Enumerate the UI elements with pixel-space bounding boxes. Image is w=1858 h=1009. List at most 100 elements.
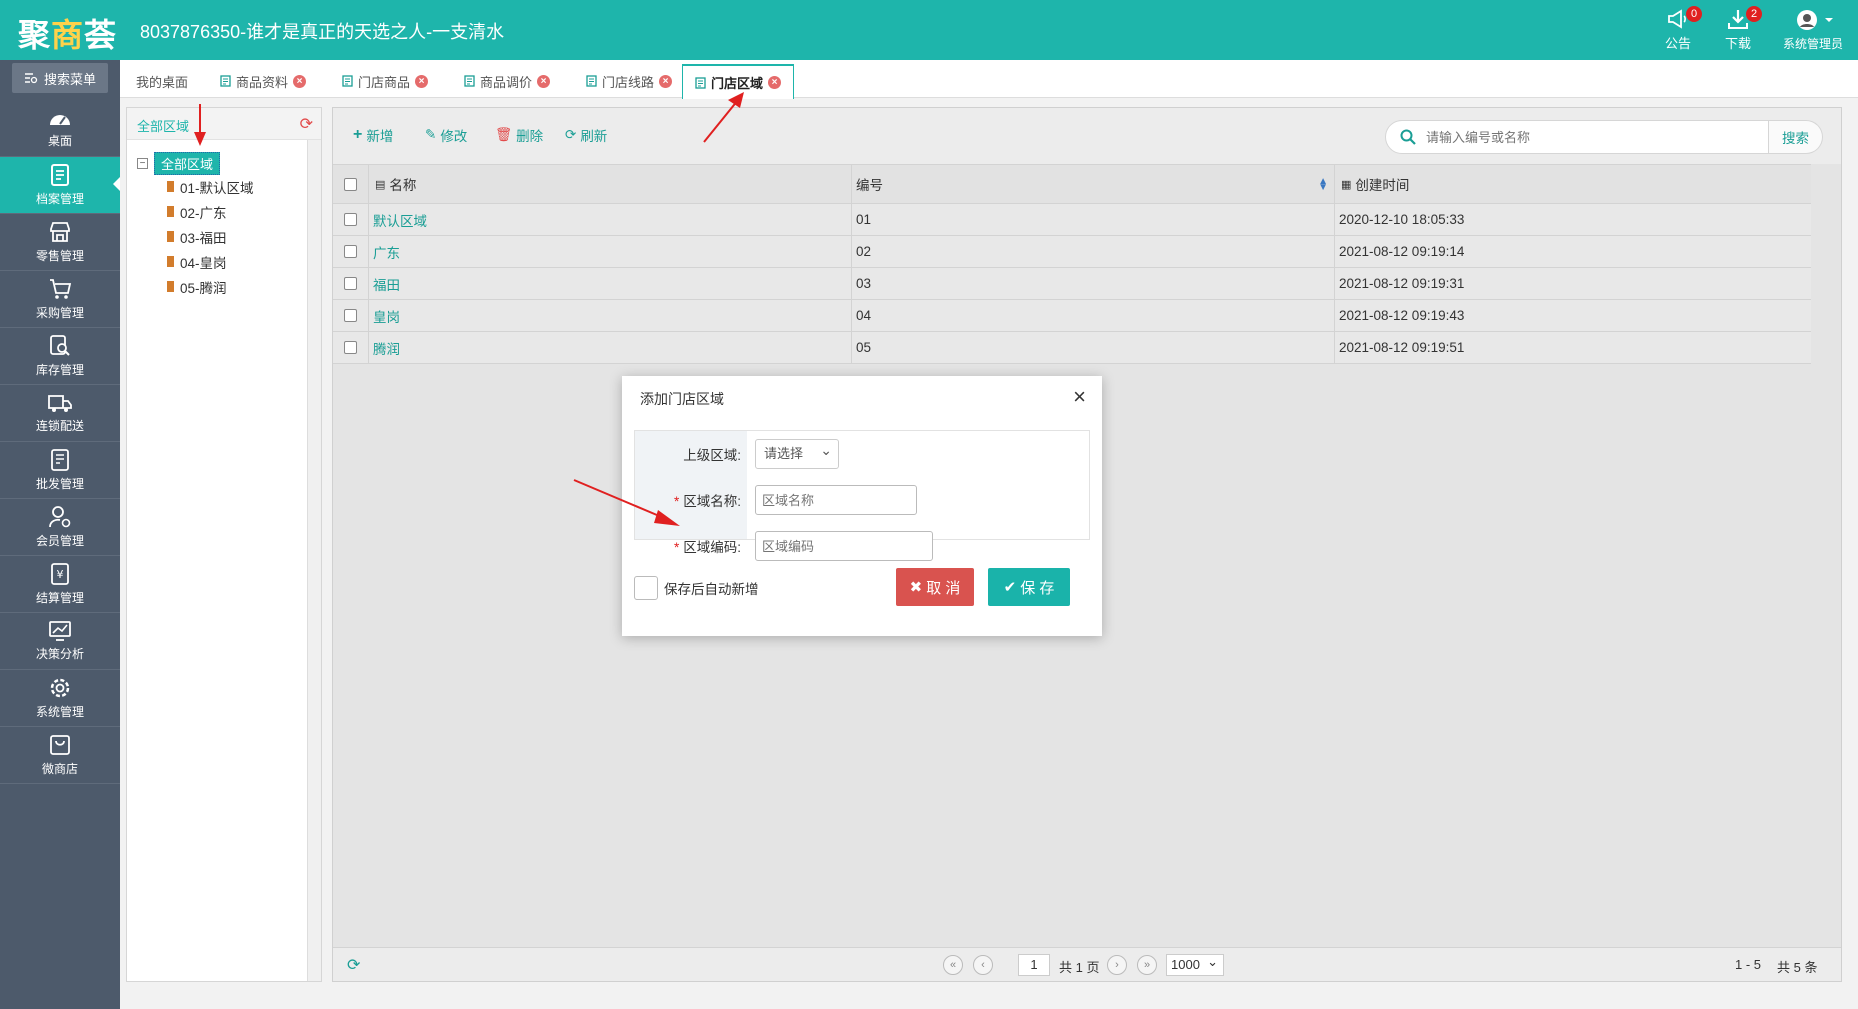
sidebar-item-purchase[interactable]: 采购管理 xyxy=(0,271,120,328)
row-checkbox[interactable] xyxy=(344,245,357,258)
tree-root[interactable]: − 全部区域 xyxy=(137,151,254,175)
tree-item[interactable]: 01-默认区域 xyxy=(167,174,254,199)
table-row[interactable]: 默认区域 01 2020-12-10 18:05:33 xyxy=(333,204,1811,236)
table-row[interactable]: 腾润 05 2021-08-12 09:19:51 xyxy=(333,332,1811,364)
first-page-icon[interactable]: « xyxy=(943,955,963,975)
tree-scrollbar[interactable] xyxy=(307,140,321,981)
add-button[interactable]: + 新增 xyxy=(353,125,393,145)
search-button[interactable]: 搜索 xyxy=(1769,120,1823,154)
dialog-form: 上级区域: 请选择 *区域名称: *区域编码: xyxy=(634,430,1090,561)
gear-icon xyxy=(50,678,70,698)
tab-store-routes[interactable]: 门店线路 × xyxy=(574,64,684,98)
tab-close-icon[interactable]: × xyxy=(659,74,673,88)
check-icon: ✔ xyxy=(1003,579,1017,596)
tab-bar: 我的桌面 商品资料 × 门店商品 × 商品调价 × 门店线路 × 门店区域 × xyxy=(120,60,1858,99)
column-header-created[interactable]: ▦ 创建时间 xyxy=(1335,165,1811,203)
sidebar-item-settlement[interactable]: ¥ 结算管理 xyxy=(0,556,120,613)
table-row[interactable]: 福田 03 2021-08-12 09:19:31 xyxy=(333,268,1811,300)
sidebar-item-inventory[interactable]: 库存管理 xyxy=(0,328,120,385)
store-icon xyxy=(50,222,70,242)
tree-header: 全部区域 ⟳ xyxy=(127,108,321,140)
member-icon xyxy=(49,506,71,528)
document-icon xyxy=(464,75,475,87)
next-page-icon[interactable]: › xyxy=(1107,955,1127,975)
top-bar: 聚商荟 8037876350-谁才是真正的天选之人-一支清水 0 公告 2 下载… xyxy=(0,0,1858,60)
folder-icon xyxy=(167,206,174,217)
column-header-name[interactable]: ▤ 名称 xyxy=(369,165,852,203)
prev-page-icon[interactable]: ‹ xyxy=(973,955,993,975)
region-tree: − 全部区域 01-默认区域 02-广东 03-福田 04-皇岗 05-腾润 xyxy=(137,151,254,299)
inventory-search-icon xyxy=(50,335,70,356)
page-size-select[interactable]: 1000 xyxy=(1166,952,1224,976)
row-name-link[interactable]: 腾润 xyxy=(373,338,400,358)
auto-add-checkbox[interactable]: 保存后自动新增 xyxy=(634,576,759,600)
row-checkbox[interactable] xyxy=(344,213,357,226)
svg-text:¥: ¥ xyxy=(57,568,64,581)
sidebar-item-wechat-shop[interactable]: 微商店 xyxy=(0,727,120,784)
search-input[interactable] xyxy=(1426,129,1726,145)
tab-store-regions[interactable]: 门店区域 × xyxy=(682,64,795,99)
row-name-link[interactable]: 广东 xyxy=(373,242,400,262)
page-number-input[interactable]: 1 xyxy=(1018,954,1050,976)
refresh-button[interactable]: ⟳ 刷新 xyxy=(565,125,607,145)
row-checkbox[interactable] xyxy=(344,277,357,290)
sidebar-item-analysis[interactable]: 决策分析 xyxy=(0,613,120,670)
tab-close-icon[interactable]: × xyxy=(293,74,307,88)
sidebar-item-wholesale[interactable]: 批发管理 xyxy=(0,442,120,499)
table-header: ▤ 名称 编号 ▲ ▼ ▦ 创建时间 xyxy=(333,164,1811,204)
delete-button[interactable]: 🗑 删除 xyxy=(495,125,543,145)
tab-my-desktop[interactable]: 我的桌面 xyxy=(124,64,200,98)
select-all-checkbox[interactable] xyxy=(344,177,357,191)
tree-item[interactable]: 05-腾润 xyxy=(167,274,254,299)
close-icon[interactable]: × xyxy=(1073,384,1086,410)
row-checkbox[interactable] xyxy=(344,309,357,322)
download-button[interactable]: 2 下载 xyxy=(1708,0,1768,60)
sidebar-item-distribution[interactable]: 连锁配送 xyxy=(0,385,120,442)
tree-root-label[interactable]: 全部区域 xyxy=(154,151,221,175)
cancel-button[interactable]: ✖ 取 消 xyxy=(896,568,974,606)
tree-item[interactable]: 04-皇岗 xyxy=(167,249,254,274)
tab-price-adjust[interactable]: 商品调价 × xyxy=(452,64,562,98)
tree-item[interactable]: 02-广东 xyxy=(167,199,254,224)
record-total: 共 5 条 xyxy=(1777,960,1818,975)
parent-region-select[interactable]: 请选择 xyxy=(755,436,839,469)
row-name-link[interactable]: 福田 xyxy=(373,274,400,294)
tab-close-icon[interactable]: × xyxy=(415,74,429,88)
close-icon: ✖ xyxy=(909,579,923,596)
add-region-dialog: 添加门店区域 × 上级区域: 请选择 *区域名称: *区域编码: 保存后自动新增… xyxy=(622,376,1102,636)
tree-item[interactable]: 03-福田 xyxy=(167,224,254,249)
sidebar-item-archive[interactable]: 档案管理 xyxy=(0,157,120,214)
save-button[interactable]: ✔ 保 存 xyxy=(988,568,1070,606)
refresh-icon[interactable]: ⟳ xyxy=(300,114,313,134)
table-row[interactable]: 广东 02 2021-08-12 09:19:14 xyxy=(333,236,1811,268)
region-name-input[interactable] xyxy=(755,485,917,515)
last-page-icon[interactable]: » xyxy=(1137,955,1157,975)
row-name-link[interactable]: 皇岗 xyxy=(373,306,400,326)
pager-refresh-icon[interactable]: ⟳ xyxy=(347,955,360,975)
search-menu-button[interactable]: 搜索菜单 xyxy=(12,63,108,93)
tab-close-icon[interactable]: × xyxy=(537,74,551,88)
sidebar-item-retail[interactable]: 零售管理 xyxy=(0,214,120,271)
dialog-title: 添加门店区域 xyxy=(640,391,724,407)
sidebar-item-member[interactable]: 会员管理 xyxy=(0,499,120,556)
sidebar-item-desktop[interactable]: 桌面 xyxy=(0,100,120,157)
row-checkbox[interactable] xyxy=(344,341,357,354)
sort-icon[interactable]: ▲ ▼ xyxy=(1318,177,1328,193)
tab-store-products[interactable]: 门店商品 × xyxy=(330,64,440,98)
book-icon: ▤ xyxy=(375,178,386,191)
notice-button[interactable]: 0 公告 xyxy=(1648,0,1708,60)
edit-button[interactable]: ✎ 修改 xyxy=(425,125,467,145)
record-range: 1 - 5 xyxy=(1735,957,1762,972)
tab-product-info[interactable]: 商品资料 × xyxy=(208,64,318,98)
table-row[interactable]: 皇岗 04 2021-08-12 09:19:43 xyxy=(333,300,1811,332)
collapse-icon[interactable]: − xyxy=(137,157,148,169)
sidebar-item-system[interactable]: 系统管理 xyxy=(0,670,120,727)
region-code-input[interactable] xyxy=(755,531,933,561)
wholesale-icon xyxy=(51,449,69,471)
column-header-code[interactable]: 编号 ▲ ▼ xyxy=(852,165,1335,203)
tab-close-icon[interactable]: × xyxy=(768,76,782,89)
user-menu[interactable]: 系统管理员 xyxy=(1768,0,1858,60)
truck-icon xyxy=(48,395,72,412)
chart-icon xyxy=(49,621,71,641)
row-name-link[interactable]: 默认区域 xyxy=(373,210,427,230)
